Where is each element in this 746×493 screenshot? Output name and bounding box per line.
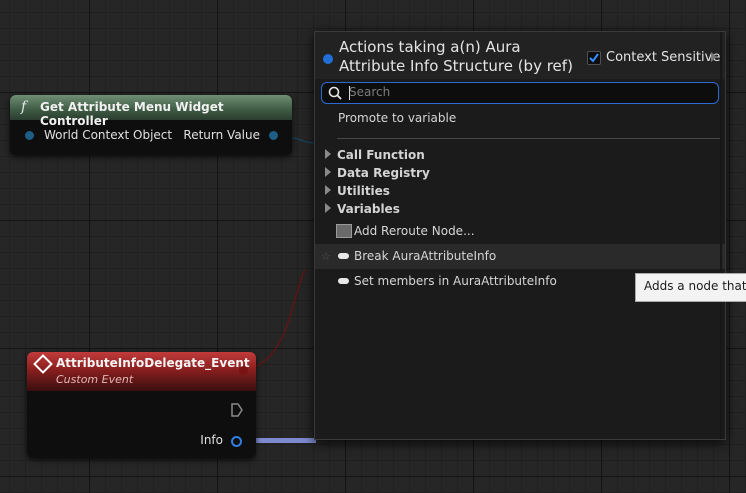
expand-arrow-icon [325,185,331,195]
info-pin-icon[interactable] [231,436,242,447]
tooltip-text: Adds a node that b [644,279,746,293]
set-members-aura-attribute-info-item[interactable]: Set members in AuraAttributeInfo [354,274,557,288]
node-subtitle: Custom Event [56,373,134,386]
exec-output-pin-icon[interactable] [230,403,244,417]
menu-scrollbar[interactable] [720,32,722,439]
category-call-function[interactable]: Call Function [325,148,425,162]
checkmark-icon [589,53,599,63]
struct-type-icon [323,54,333,64]
category-data-registry[interactable]: Data Registry [325,166,430,180]
node-header[interactable]: AttributeInfoDelegate_Event Custom Event [27,352,256,391]
return-value-pin-icon[interactable] [269,131,278,140]
action-menu-popup[interactable]: Actions taking a(n) Aura Attribute Info … [314,31,726,440]
expand-arrow-icon [325,149,331,159]
search-input[interactable] [349,84,709,100]
menu-separator [337,138,720,139]
promote-to-variable-item[interactable]: Promote to variable [338,111,456,125]
info-pin-label: Info [200,433,223,447]
context-sensitive-label[interactable]: Context Sensitive [606,50,720,65]
node-header[interactable]: f Get Attribute Menu Widget Controller [10,95,292,128]
node-title: AttributeInfoDelegate_Event [56,356,250,370]
get-attribute-menu-widget-controller-node[interactable]: f Get Attribute Menu Widget Controller W… [10,95,292,155]
break-aura-attribute-info-item[interactable]: Break AuraAttributeInfo [354,249,496,263]
function-icon: f [21,99,27,115]
search-box[interactable] [321,82,719,104]
tooltip: Adds a node that b [635,273,746,302]
struct-pill-icon [338,278,349,284]
category-label: Call Function [337,148,425,162]
expand-arrow-icon [325,167,331,177]
favorite-star-icon[interactable]: ☆ [321,250,331,263]
expand-arrow-icon[interactable] [711,52,717,62]
category-label: Utilities [337,184,390,198]
node-title: Get Attribute Menu Widget Controller [40,100,224,128]
expand-arrow-icon [325,203,331,213]
add-reroute-node-item[interactable]: Add Reroute Node... [354,224,475,238]
attribute-info-delegate-event-node[interactable]: AttributeInfoDelegate_Event Custom Event… [27,352,256,458]
category-variables[interactable]: Variables [325,202,400,216]
return-value-label: Return Value [183,128,260,142]
menu-title: Actions taking a(n) Aura Attribute Info … [339,38,573,75]
reroute-node-icon [336,224,352,238]
event-diamond-icon [33,354,53,374]
category-label: Data Registry [337,166,430,180]
search-icon [328,86,342,100]
delegate-pin-icon[interactable] [239,366,248,375]
menu-header: Actions taking a(n) Aura Attribute Info … [315,32,725,79]
struct-pill-icon [338,253,349,259]
category-label: Variables [337,202,400,216]
world-context-pin-icon[interactable] [25,131,34,140]
world-context-object-label: World Context Object [44,128,173,142]
context-sensitive-checkbox[interactable] [587,51,601,65]
category-utilities[interactable]: Utilities [325,184,390,198]
